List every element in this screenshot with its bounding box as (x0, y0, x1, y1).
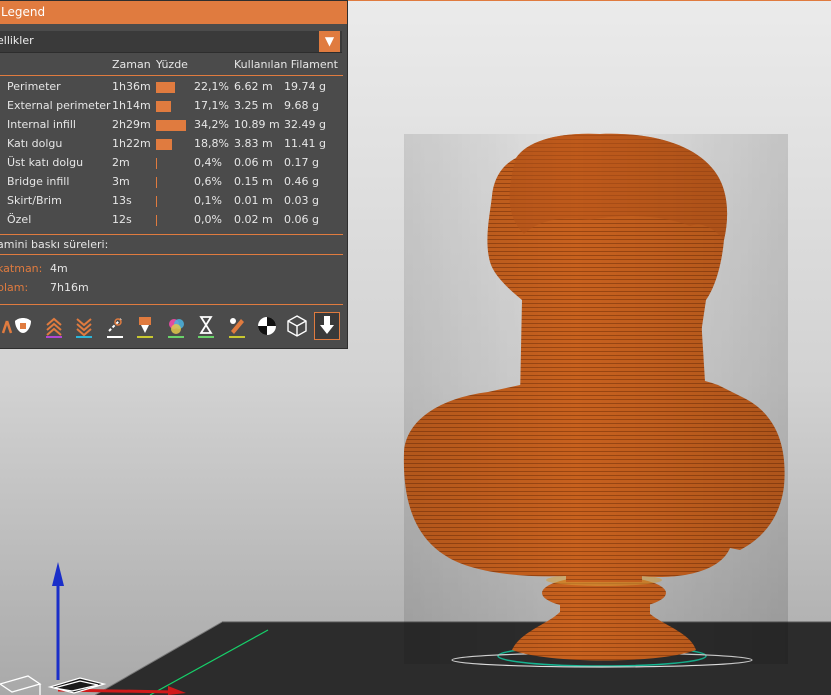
feature-weight: 0.46 g (284, 175, 319, 188)
feature-percent: 0,6% (194, 175, 222, 188)
feature-percent: 0,4% (194, 156, 222, 169)
seams-icon[interactable] (103, 313, 127, 339)
feature-weight: 19.74 g (284, 80, 326, 93)
center-of-gravity-icon[interactable] (255, 313, 279, 339)
shells-icon[interactable] (285, 313, 309, 339)
percent-bar (156, 158, 157, 169)
first-layer-time: 4m (50, 262, 68, 275)
divider (0, 254, 343, 255)
feature-percent: 17,1% (194, 99, 229, 112)
feature-name: Bridge infill (7, 175, 70, 188)
percent-bar (156, 196, 157, 207)
divider (0, 234, 343, 235)
feature-name: Perimeter (7, 80, 61, 93)
feature-weight: 11.41 g (284, 137, 326, 150)
feature-row[interactable]: Bridge infill 3m 0,6% 0.15 m 0.46 g (0, 173, 343, 192)
legend-title[interactable]: Legend (0, 1, 347, 24)
feature-length: 0.06 m (234, 156, 273, 169)
feature-length: 0.15 m (234, 175, 273, 188)
feature-name: Internal infill (7, 118, 76, 131)
wipe-icon[interactable] (11, 313, 35, 339)
divider (0, 304, 343, 305)
header-divider (0, 75, 343, 76)
pause-prints-icon[interactable] (194, 313, 218, 339)
feature-percent: 18,8% (194, 137, 229, 150)
percent-bar (156, 120, 186, 131)
column-time: Zaman (112, 58, 151, 71)
feature-row[interactable]: Skirt/Brim 13s 0,1% 0.01 m 0.03 g (0, 192, 343, 211)
view-type-value: ellikler (0, 34, 34, 47)
retractions-icon[interactable] (42, 313, 66, 339)
percent-bar (156, 101, 171, 112)
feature-length: 3.25 m (234, 99, 273, 112)
feature-row[interactable]: Özel 12s 0,0% 0.02 m 0.06 g (0, 211, 343, 230)
total-time: 7h16m (50, 281, 89, 294)
feature-row[interactable]: External perimeter 1h14m 17,1% 3.25 m 9.68 g (0, 97, 343, 116)
feature-weight: 0.03 g (284, 194, 319, 207)
feature-length: 10.89 m (234, 118, 280, 131)
feature-name: External perimeter (7, 99, 111, 112)
feature-percent: 34,2% (194, 118, 229, 131)
deretractions-icon[interactable] (72, 313, 96, 339)
feature-time: 1h14m (112, 99, 151, 112)
feature-name: Üst katı dolgu (7, 156, 84, 169)
feature-row[interactable]: Katı dolgu 1h22m 18,8% 3.83 m 11.41 g (0, 135, 343, 154)
feature-name: Katı dolgu (7, 137, 63, 150)
estimated-times-label: amini baskı süreleri: (0, 238, 109, 251)
feature-time: 1h36m (112, 80, 151, 93)
tool-changes-icon[interactable] (133, 313, 157, 339)
feature-length: 3.83 m (234, 137, 273, 150)
feature-name: Skirt/Brim (7, 194, 62, 207)
custom-gcode-icon[interactable] (225, 313, 249, 339)
printed-bust-model (403, 133, 788, 668)
chevron-down-icon[interactable]: ▼ (319, 31, 340, 52)
feature-percent: 0,0% (194, 213, 222, 226)
percent-bar (156, 82, 175, 93)
feature-weight: 32.49 g (284, 118, 326, 131)
feature-percent: 22,1% (194, 80, 229, 93)
feature-length: 0.01 m (234, 194, 273, 207)
feature-row[interactable]: Perimeter 1h36m 22,1% 6.62 m 19.74 g (0, 78, 343, 97)
legend-toolbar (0, 312, 343, 340)
column-used-filament: Kullanılan Filament (234, 58, 338, 71)
first-layer-label: katman: (0, 262, 43, 275)
view-type-dropdown[interactable]: ellikler ▼ (0, 31, 342, 53)
feature-time: 12s (112, 213, 132, 226)
feature-weight: 9.68 g (284, 99, 319, 112)
feature-time: 3m (112, 175, 130, 188)
column-percent: Yüzde (156, 58, 188, 71)
feature-length: 6.62 m (234, 80, 273, 93)
tool-marker-icon[interactable] (314, 312, 340, 340)
feature-time: 2h29m (112, 118, 151, 131)
percent-bar (156, 177, 157, 188)
feature-time: 1h22m (112, 137, 151, 150)
legend-panel: Legend ellikler ▼ Zaman Yüzde Kullanılan… (0, 0, 348, 349)
feature-row[interactable]: Üst katı dolgu 2m 0,4% 0.06 m 0.17 g (0, 154, 343, 173)
feature-length: 0.02 m (234, 213, 273, 226)
feature-time: 2m (112, 156, 130, 169)
feature-row[interactable]: Internal infill 2h29m 34,2% 10.89 m 32.49 g (0, 116, 343, 135)
percent-bar (156, 139, 172, 150)
feature-name: Özel (7, 213, 32, 226)
feature-percent: 0,1% (194, 194, 222, 207)
feature-weight: 0.17 g (284, 156, 319, 169)
color-changes-icon[interactable] (164, 313, 188, 339)
percent-bar (156, 215, 157, 226)
feature-weight: 0.06 g (284, 213, 319, 226)
total-label: plam: (0, 281, 29, 294)
z-axis-arrow (52, 562, 64, 586)
feature-time: 13s (112, 194, 132, 207)
view-cube (0, 675, 107, 695)
